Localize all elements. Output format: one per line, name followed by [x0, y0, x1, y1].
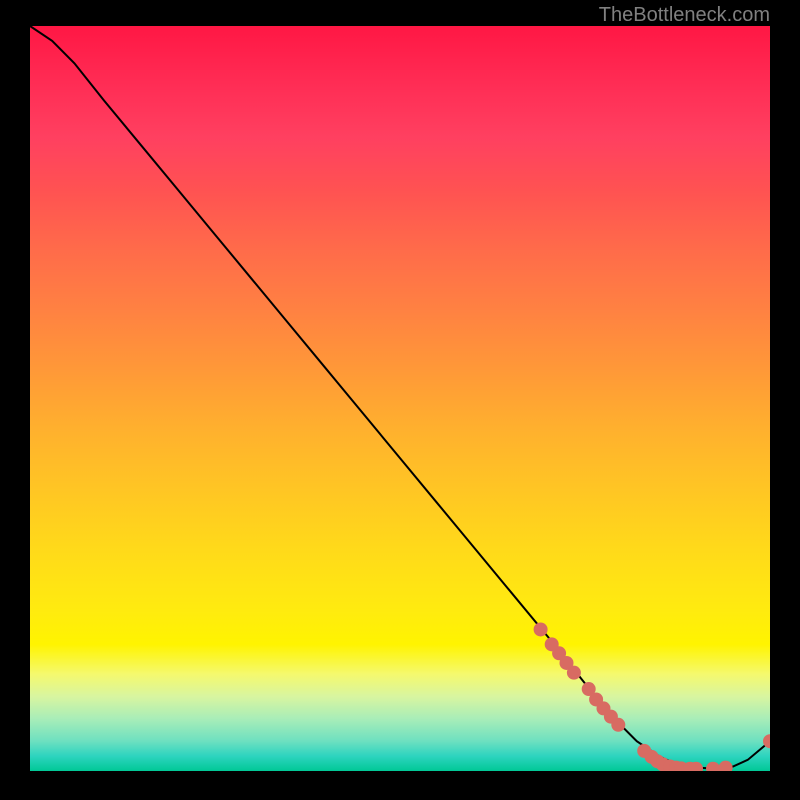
attribution-text: TheBottleneck.com [599, 4, 770, 27]
chart-container: TheBottleneck.com [0, 0, 800, 800]
plot-background [30, 26, 770, 771]
